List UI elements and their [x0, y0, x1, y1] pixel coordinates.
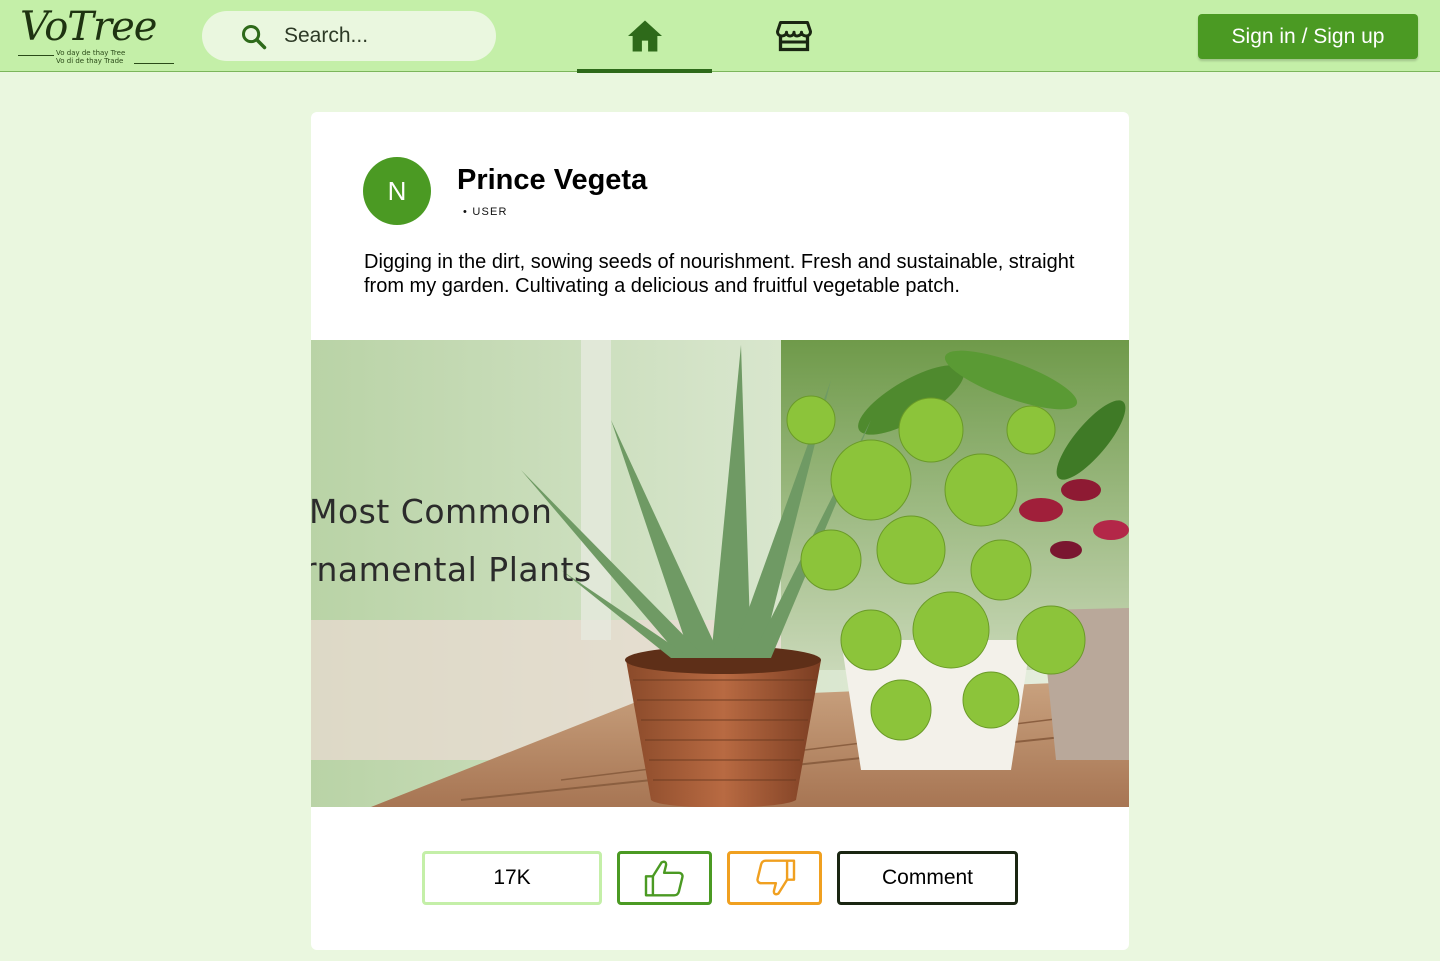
dislike-button[interactable] — [727, 851, 822, 905]
like-button[interactable] — [617, 851, 712, 905]
sign-in-button[interactable]: Sign in / Sign up — [1198, 14, 1418, 59]
nav-tab-store[interactable] — [726, 0, 861, 72]
author-name[interactable]: Prince Vegeta — [457, 164, 647, 197]
home-icon — [627, 20, 662, 52]
logo-text: VoTree — [20, 4, 157, 50]
logo-divider — [18, 55, 54, 56]
logo[interactable]: VoTree Vo day de thay Tree Vo di de thay… — [16, 4, 176, 68]
post-image[interactable]: Most Common rnamental Plants — [311, 340, 1129, 807]
thumbs-down-icon — [755, 859, 795, 896]
author-role-badge: USER — [463, 206, 508, 218]
post-card: N Prince Vegeta USER Digging in the dirt… — [311, 112, 1129, 950]
logo-divider — [134, 63, 174, 64]
image-caption: Most Common — [311, 492, 553, 531]
search-bar[interactable] — [202, 11, 496, 61]
search-icon — [241, 24, 267, 50]
comment-button[interactable]: Comment — [837, 851, 1018, 905]
image-caption: rnamental Plants — [311, 550, 592, 589]
store-icon — [775, 21, 812, 52]
post-text: Digging in the dirt, sowing seeds of nou… — [364, 251, 1075, 297]
logo-tagline: Vo day de thay Tree — [56, 49, 126, 57]
logo-tagline: Vo di de thay Trade — [56, 57, 124, 65]
search-input[interactable] — [284, 21, 484, 51]
thumbs-up-icon — [644, 860, 684, 897]
nav-tab-home[interactable] — [577, 0, 712, 73]
top-navbar: VoTree Vo day de thay Tree Vo di de thay… — [0, 0, 1440, 73]
reaction-count: 17K — [422, 851, 602, 905]
avatar[interactable]: N — [363, 157, 431, 225]
